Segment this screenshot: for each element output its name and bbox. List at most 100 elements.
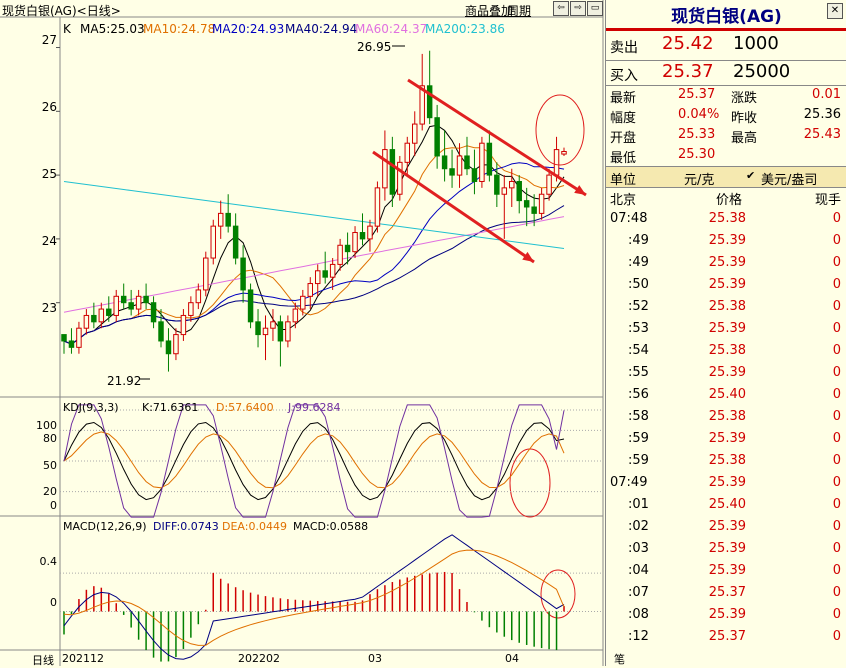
unit-option[interactable]: 美元/盎司 <box>761 169 817 188</box>
trade-row: :58 25.38 0 <box>606 409 846 431</box>
candle-body <box>120 295 127 304</box>
y-tick: 27 <box>41 33 57 47</box>
highlight-circle <box>535 94 585 166</box>
candle-body <box>210 225 216 259</box>
sell-row: 卖出 25.42 1000 <box>606 33 846 61</box>
quote-title: 现货白银(AG) <box>671 7 782 27</box>
y-tick: 25 <box>41 167 57 181</box>
trade-row: 07:48 25.38 0 <box>606 211 846 233</box>
prev-close-label: 昨收 <box>731 111 758 126</box>
menu-period[interactable]: 周期 <box>507 2 531 19</box>
candle-body <box>232 225 239 259</box>
trade-qty: 0 <box>832 211 841 226</box>
trade-price: 25.39 <box>708 233 746 248</box>
trade-qty: 0 <box>832 431 841 446</box>
trade-time: :04 <box>628 563 649 578</box>
trade-time: :59 <box>628 453 649 468</box>
x-tick: 202202 <box>238 652 280 665</box>
candle-body <box>449 168 455 176</box>
trade-price: 25.40 <box>708 387 746 402</box>
trade-time: 07:48 <box>610 211 648 226</box>
trade-price: 25.40 <box>708 497 746 512</box>
ma-line <box>63 205 565 345</box>
trade-price: 25.37 <box>708 585 746 600</box>
candle-body <box>307 283 314 297</box>
candle-body <box>471 168 478 182</box>
candle-body <box>173 334 179 355</box>
nav-right-button[interactable]: ⇨ <box>570 1 586 16</box>
high-value: 25.43 <box>803 127 841 142</box>
menu-overlay[interactable]: 商品叠加 <box>465 2 513 19</box>
candle-body <box>314 270 321 285</box>
trade-time: :49 <box>628 255 649 270</box>
candle-body <box>538 193 545 214</box>
candle-body <box>397 161 403 195</box>
trade-row: :12 25.37 0 <box>606 629 846 651</box>
candle-body <box>143 295 149 304</box>
candle-body <box>456 155 463 176</box>
legend-ma5: MA5:25.03 <box>80 22 145 36</box>
trade-qty: 0 <box>832 387 841 402</box>
candle-body <box>158 321 164 342</box>
candle-body <box>344 244 351 253</box>
ma-line <box>63 181 565 249</box>
candle-body <box>382 149 388 189</box>
kdj-d: D:57.6400 <box>216 401 274 414</box>
macd-dea: DEA:0.0449 <box>222 520 287 533</box>
trade-row: :53 25.39 0 <box>606 321 846 343</box>
trade-row: 07:49 25.39 0 <box>606 475 846 497</box>
close-icon[interactable]: ✕ <box>827 3 843 19</box>
time-header: 北京 <box>610 193 637 208</box>
trade-price: 25.39 <box>708 475 746 490</box>
candle-body <box>180 314 187 336</box>
trade-qty: 0 <box>832 519 841 534</box>
candle-body <box>389 149 396 195</box>
y-tick: 23 <box>41 301 57 315</box>
trade-price: 25.39 <box>708 255 746 270</box>
trade-price: 25.39 <box>708 277 746 292</box>
trade-row: :01 25.40 0 <box>606 497 846 519</box>
trade-time: 07:49 <box>610 475 648 490</box>
trade-row: :50 25.39 0 <box>606 277 846 299</box>
trade-qty: 0 <box>832 321 841 336</box>
trade-header: 北京 价格 现手 <box>606 189 846 211</box>
candle-body <box>352 232 358 253</box>
candle-body <box>464 155 470 170</box>
candle-body <box>322 270 328 278</box>
candle-body <box>426 85 433 119</box>
candle-body <box>83 314 90 329</box>
nav-left-button[interactable]: ⇦ <box>553 1 569 16</box>
trade-qty: 0 <box>832 475 841 490</box>
divider <box>606 85 846 86</box>
candle-body <box>150 302 157 323</box>
nav-max-button[interactable]: ▭ <box>587 1 603 16</box>
trade-qty: 0 <box>832 453 841 468</box>
trade-row: :49 25.39 0 <box>606 255 846 277</box>
candle-body <box>203 257 209 291</box>
candle-body <box>329 263 336 278</box>
trade-qty: 0 <box>832 541 841 556</box>
candle-body <box>292 308 299 323</box>
candle-body <box>509 180 515 189</box>
trade-time: :49 <box>628 233 649 248</box>
trade-time: :02 <box>628 519 649 534</box>
trade-qty: 0 <box>832 299 841 314</box>
macd-y-tick: 0 <box>50 596 57 609</box>
candle-body <box>61 334 67 342</box>
nav-buttons: ⇦ ⇨ ▭ <box>553 1 603 16</box>
checkmark-icon[interactable]: ✔ <box>746 169 755 182</box>
trade-qty: 0 <box>832 255 841 270</box>
legend-ma20: MA20:24.93 <box>212 22 285 36</box>
kdj-k: K:71.6361 <box>142 401 199 414</box>
buy-volume: 25000 <box>733 61 791 82</box>
trade-qty: 0 <box>832 277 841 292</box>
quote-panel: 现货白银(AG) ✕ 卖出 25.42 1000 买入 25.37 25000 … <box>605 0 846 666</box>
sell-volume: 1000 <box>733 33 779 54</box>
trade-time: :08 <box>628 607 649 622</box>
candle-body <box>494 174 500 195</box>
kdj-y-tick: 20 <box>43 485 57 498</box>
highlight-circle <box>509 448 551 518</box>
bottom-tab[interactable]: 笔 <box>614 651 625 667</box>
trade-price: 25.39 <box>708 563 746 578</box>
high-marker: 26.95 <box>357 40 392 54</box>
